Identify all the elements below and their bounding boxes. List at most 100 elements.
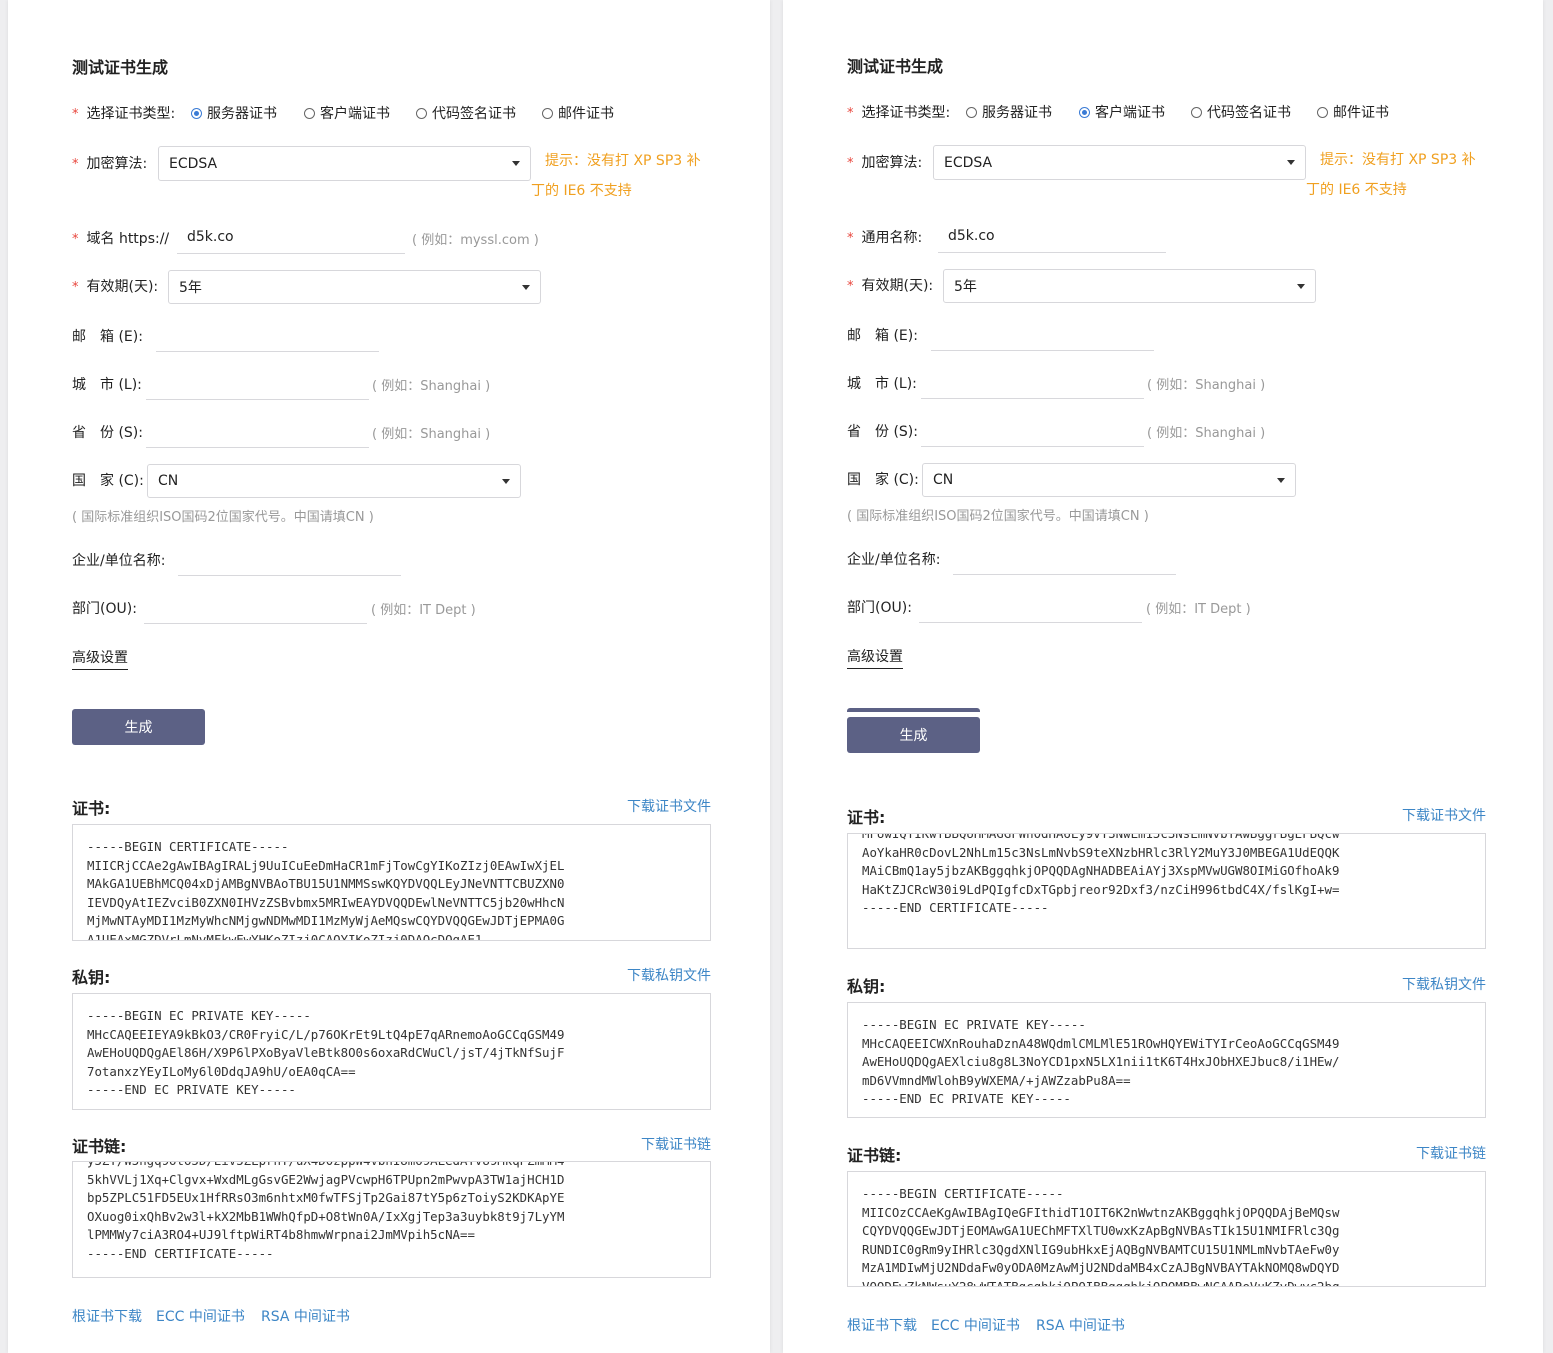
chain-text: y5ZY/W5ngq9oto5D/EiV5ZLprnY/uX4D0zppW4Vb… bbox=[87, 1162, 565, 1261]
radio-unchecked-icon bbox=[966, 106, 977, 118]
city-hint: ( 例如：Shanghai ) bbox=[372, 379, 491, 394]
warn-text-line1: 提示：没有打 XP SP3 补 bbox=[1320, 152, 1476, 168]
radio-checked-icon bbox=[1079, 106, 1090, 118]
algo-select[interactable]: ECDSA bbox=[933, 145, 1306, 180]
ou-label: 部门(OU): bbox=[847, 600, 912, 616]
root-cert-download-link[interactable]: 根证书下载 bbox=[72, 1306, 142, 1326]
chevron-down-icon bbox=[1297, 283, 1305, 289]
org-input[interactable] bbox=[178, 543, 401, 576]
city-label: 城 市 (L): bbox=[72, 377, 142, 393]
province-hint: ( 例如：Shanghai ) bbox=[1147, 426, 1266, 441]
page-title: 测试证书生成 bbox=[847, 57, 944, 76]
radio-unchecked-icon bbox=[416, 107, 427, 119]
page-title: 测试证书生成 bbox=[72, 58, 169, 77]
key-textarea[interactable]: -----BEGIN EC PRIVATE KEY----- MHcCAQEEI… bbox=[72, 993, 711, 1110]
province-label: 省 份 (S): bbox=[847, 424, 918, 440]
city-input[interactable] bbox=[146, 367, 369, 400]
left-panel: 测试证书生成 * 选择证书类型: 服务器证书 客户端证书 代码签名证书 邮件证书 … bbox=[8, 0, 770, 1353]
province-input[interactable] bbox=[146, 415, 369, 448]
radio-unchecked-icon bbox=[304, 107, 315, 119]
generate-button[interactable]: 生成 bbox=[847, 717, 980, 753]
generate-button[interactable]: 生成 bbox=[72, 709, 205, 745]
chevron-down-icon bbox=[1277, 477, 1285, 483]
rsa-intermediate-link[interactable]: RSA 中间证书 bbox=[1036, 1315, 1125, 1335]
algo-label: * 加密算法: bbox=[72, 156, 148, 172]
country-select[interactable]: CN bbox=[147, 464, 521, 498]
city-input[interactable] bbox=[921, 366, 1144, 399]
country-label: 国 家 (C): bbox=[847, 472, 919, 488]
chain-section-title: 证书链: bbox=[847, 1146, 902, 1165]
cert-section-title: 证书: bbox=[72, 799, 111, 818]
chain-textarea[interactable]: y5ZY/W5ngq9oto5D/EiV5ZLprnY/uX4D0zppW4Vb… bbox=[72, 1161, 711, 1278]
email-input[interactable] bbox=[931, 318, 1154, 351]
generate-button-shadow bbox=[847, 708, 980, 712]
key-section-title: 私钥: bbox=[847, 977, 886, 996]
org-label: 企业/单位名称: bbox=[847, 552, 941, 568]
domain-input[interactable]: d5k.co bbox=[177, 221, 405, 254]
ecc-intermediate-link[interactable]: ECC 中间证书 bbox=[931, 1315, 1020, 1335]
chevron-down-icon bbox=[512, 161, 520, 166]
country-hint: ( 国际标准组织ISO国码2位国家代号。中国请填CN ) bbox=[847, 509, 1149, 524]
radio-unchecked-icon bbox=[542, 107, 553, 119]
download-key-link[interactable]: 下载私钥文件 bbox=[1402, 974, 1486, 994]
chain-section-title: 证书链: bbox=[72, 1137, 127, 1156]
ou-input[interactable] bbox=[144, 591, 367, 624]
radio-email-cert[interactable]: 邮件证书 bbox=[542, 103, 614, 123]
radio-server-cert[interactable]: 服务器证书 bbox=[191, 103, 277, 123]
download-key-link[interactable]: 下载私钥文件 bbox=[627, 965, 711, 985]
warn-text-line1: 提示：没有打 XP SP3 补 bbox=[545, 153, 701, 169]
key-textarea[interactable]: -----BEGIN EC PRIVATE KEY----- MHcCAQEEI… bbox=[847, 1002, 1486, 1118]
validity-select[interactable]: 5年 bbox=[943, 269, 1316, 303]
download-chain-link[interactable]: 下载证书链 bbox=[641, 1134, 711, 1154]
algo-label: * 加密算法: bbox=[847, 155, 923, 171]
chevron-down-icon bbox=[1287, 160, 1295, 165]
ecc-intermediate-link[interactable]: ECC 中间证书 bbox=[156, 1306, 245, 1326]
org-input[interactable] bbox=[953, 542, 1176, 575]
advanced-settings-link[interactable]: 高级设置 bbox=[847, 646, 903, 669]
radio-client-cert[interactable]: 客户端证书 bbox=[1079, 102, 1165, 122]
ou-hint: ( 例如：IT Dept ) bbox=[371, 603, 476, 618]
radio-code-sign-cert[interactable]: 代码签名证书 bbox=[1191, 102, 1291, 122]
download-chain-link[interactable]: 下载证书链 bbox=[1416, 1143, 1486, 1163]
cert-text: MFUwIQYIKwYBBQUHMAGGFWh0dHA6Ly9vY3NwLm15… bbox=[862, 833, 1340, 915]
cert-type-label: * 选择证书类型: bbox=[72, 106, 176, 122]
download-cert-link[interactable]: 下载证书文件 bbox=[1402, 805, 1486, 825]
chevron-down-icon bbox=[502, 478, 510, 484]
right-panel: 测试证书生成 * 选择证书类型: 服务器证书 客户端证书 代码签名证书 邮件证书 … bbox=[783, 0, 1543, 1353]
province-input[interactable] bbox=[921, 414, 1144, 447]
ou-label: 部门(OU): bbox=[72, 601, 137, 617]
org-label: 企业/单位名称: bbox=[72, 553, 166, 569]
country-label: 国 家 (C): bbox=[72, 473, 144, 489]
chevron-down-icon bbox=[522, 284, 530, 290]
email-label: 邮 箱 (E): bbox=[847, 328, 918, 344]
download-cert-link[interactable]: 下载证书文件 bbox=[627, 796, 711, 816]
province-hint: ( 例如：Shanghai ) bbox=[372, 427, 491, 442]
radio-unchecked-icon bbox=[1191, 106, 1202, 118]
cert-section-title: 证书: bbox=[847, 808, 886, 827]
cert-textarea[interactable]: -----BEGIN CERTIFICATE----- MIICRjCCAe2g… bbox=[72, 824, 711, 941]
radio-code-sign-cert[interactable]: 代码签名证书 bbox=[416, 103, 516, 123]
advanced-settings-link[interactable]: 高级设置 bbox=[72, 647, 128, 670]
cn-input[interactable]: d5k.co bbox=[938, 220, 1166, 253]
country-hint: ( 国际标准组织ISO国码2位国家代号。中国请填CN ) bbox=[72, 510, 374, 525]
cert-textarea[interactable]: MFUwIQYIKwYBBQUHMAGGFWh0dHA6Ly9vY3NwLm15… bbox=[847, 833, 1486, 949]
validity-select[interactable]: 5年 bbox=[168, 270, 541, 304]
domain-hint: ( 例如：myssl.com ) bbox=[412, 233, 539, 248]
city-label: 城 市 (L): bbox=[847, 376, 917, 392]
rsa-intermediate-link[interactable]: RSA 中间证书 bbox=[261, 1306, 350, 1326]
radio-email-cert[interactable]: 邮件证书 bbox=[1317, 102, 1389, 122]
cn-label: * 通用名称: bbox=[847, 230, 923, 246]
chain-textarea[interactable]: -----BEGIN CERTIFICATE----- MIICOzCCAeKg… bbox=[847, 1171, 1486, 1287]
root-cert-download-link[interactable]: 根证书下载 bbox=[847, 1315, 917, 1335]
ou-input[interactable] bbox=[919, 590, 1142, 623]
radio-client-cert[interactable]: 客户端证书 bbox=[304, 103, 390, 123]
validity-label: * 有效期(天): bbox=[72, 279, 159, 295]
country-select[interactable]: CN bbox=[922, 463, 1296, 497]
radio-server-cert[interactable]: 服务器证书 bbox=[966, 102, 1052, 122]
domain-label: * 域名 https:// bbox=[72, 231, 170, 247]
radio-unchecked-icon bbox=[1317, 106, 1328, 118]
algo-select[interactable]: ECDSA bbox=[158, 146, 531, 181]
email-input[interactable] bbox=[156, 319, 379, 352]
warn-text-line2: 丁的 IE6 不支持 bbox=[1306, 182, 1407, 198]
city-hint: ( 例如：Shanghai ) bbox=[1147, 378, 1266, 393]
